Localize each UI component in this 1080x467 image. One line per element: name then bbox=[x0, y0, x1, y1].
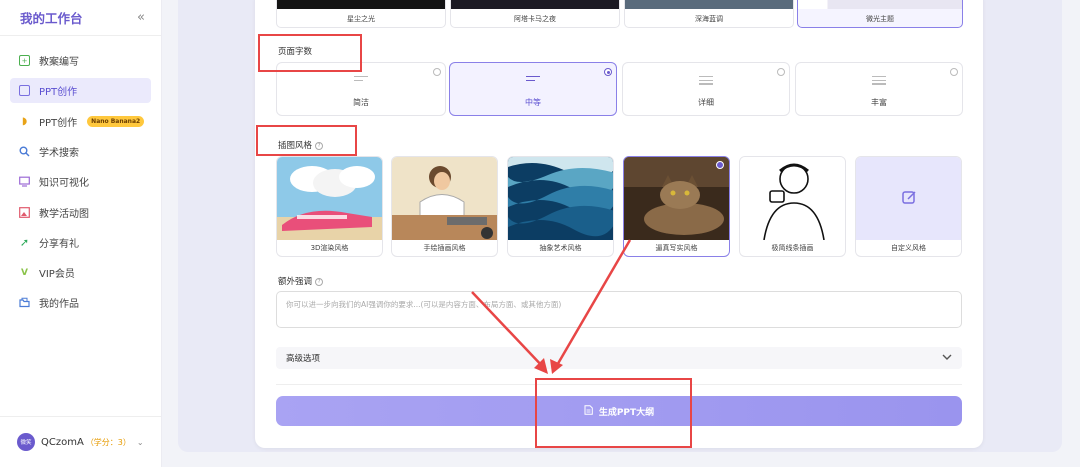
annotation-arrow-right-head bbox=[550, 359, 563, 374]
annotation-arrows bbox=[471, 239, 632, 374]
annotation-arrow-right bbox=[554, 239, 632, 368]
annotation-arrow-left bbox=[471, 291, 546, 370]
